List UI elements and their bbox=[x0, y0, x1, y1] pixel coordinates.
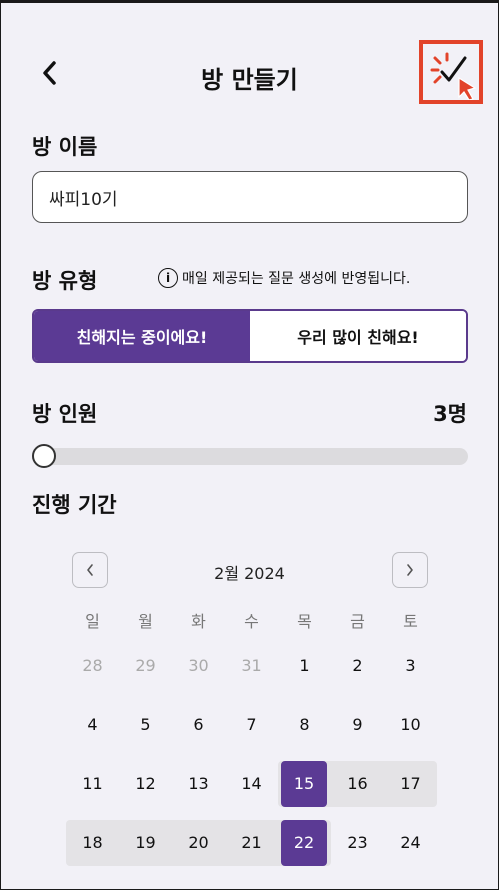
info-icon: i bbox=[158, 268, 178, 288]
room-name-input[interactable] bbox=[32, 171, 468, 223]
calendar-day[interactable]: 3 bbox=[384, 643, 437, 689]
room-type-toggle: 친해지는 중이에요! 우리 많이 친해요! bbox=[32, 309, 468, 363]
calendar-day[interactable]: 17 bbox=[384, 761, 437, 807]
calendar-day[interactable]: 4 bbox=[66, 702, 119, 748]
members-slider-track[interactable] bbox=[32, 448, 468, 465]
chevron-right-icon bbox=[407, 564, 413, 576]
calendar-day[interactable]: 23 bbox=[331, 820, 384, 866]
weekday-label: 토 bbox=[403, 612, 418, 631]
calendar-day[interactable]: 18 bbox=[66, 820, 119, 866]
weekday-label: 수 bbox=[244, 612, 259, 631]
calendar-day[interactable]: 6 bbox=[172, 702, 225, 748]
calendar-day[interactable]: 29 bbox=[119, 643, 172, 689]
period-label: 진행 기간 bbox=[32, 493, 117, 517]
calendar-day[interactable]: 11 bbox=[66, 761, 119, 807]
calendar-day[interactable]: 8 bbox=[278, 702, 331, 748]
calendar-day[interactable]: 10 bbox=[384, 702, 437, 748]
next-month-button[interactable] bbox=[392, 552, 428, 588]
calendar-day[interactable]: 24 bbox=[384, 820, 437, 866]
calendar-day[interactable]: 13 bbox=[172, 761, 225, 807]
weekday-label: 일 bbox=[85, 612, 100, 631]
header: 방 만들기 bbox=[0, 40, 499, 110]
calendar-day[interactable]: 15 bbox=[281, 761, 327, 807]
room-type-info-text: 매일 제공되는 질문 생성에 반영됩니다. bbox=[182, 271, 411, 287]
calendar-day[interactable]: 2 bbox=[331, 643, 384, 689]
room-members-label: 방 인원 bbox=[32, 402, 98, 426]
calendar-day[interactable]: 30 bbox=[172, 643, 225, 689]
confirm-button[interactable] bbox=[419, 40, 483, 104]
calendar-day[interactable]: 9 bbox=[331, 702, 384, 748]
members-slider-thumb[interactable] bbox=[32, 444, 56, 468]
calendar-day[interactable]: 31 bbox=[225, 643, 278, 689]
check-icon bbox=[430, 52, 477, 100]
room-type-option-close-ing[interactable]: 친해지는 중이에요! bbox=[34, 311, 250, 361]
weekday-label: 목 bbox=[297, 612, 312, 631]
calendar-day[interactable]: 20 bbox=[172, 820, 225, 866]
calendar-day[interactable]: 14 bbox=[225, 761, 278, 807]
room-type-label: 방 유형 bbox=[32, 269, 98, 293]
calendar-day[interactable]: 21 bbox=[225, 820, 278, 866]
calendar-day[interactable]: 1 bbox=[278, 643, 331, 689]
room-name-label: 방 이름 bbox=[32, 135, 98, 159]
weekday-label: 월 bbox=[138, 612, 153, 631]
room-type-option-close[interactable]: 우리 많이 친해요! bbox=[250, 311, 466, 361]
room-type-info: i 매일 제공되는 질문 생성에 반영됩니다. bbox=[158, 268, 410, 288]
weekday-label: 화 bbox=[191, 612, 206, 631]
weekday-label: 금 bbox=[350, 612, 365, 631]
calendar-day[interactable]: 16 bbox=[331, 761, 384, 807]
calendar-day[interactable]: 7 bbox=[225, 702, 278, 748]
calendar-day[interactable]: 28 bbox=[66, 643, 119, 689]
calendar-day[interactable]: 5 bbox=[119, 702, 172, 748]
calendar-day[interactable]: 22 bbox=[281, 820, 327, 866]
room-members-count: 3명 bbox=[433, 402, 467, 426]
calendar-day[interactable]: 12 bbox=[119, 761, 172, 807]
calendar-day[interactable]: 19 bbox=[119, 820, 172, 866]
